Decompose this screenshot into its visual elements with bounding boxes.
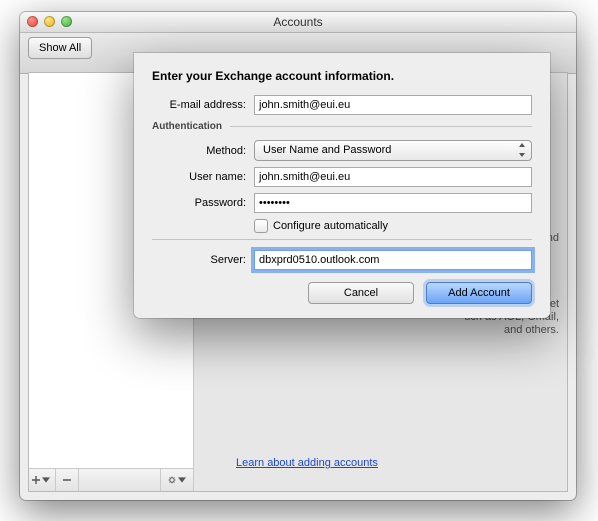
row-method: Method: User Name and Password: [152, 140, 532, 161]
window-title: Accounts: [20, 12, 576, 32]
username-field[interactable]: john.smith@eui.eu: [254, 167, 532, 187]
label-user: User name:: [152, 171, 246, 183]
method-popup[interactable]: User Name and Password: [254, 140, 532, 161]
separator: [152, 239, 532, 240]
traffic-lights: [27, 16, 72, 27]
cancel-button[interactable]: Cancel: [308, 282, 414, 304]
server-field[interactable]: dbxprd0510.outlook.com: [254, 250, 532, 270]
label-auth: Authentication: [152, 121, 222, 132]
close-icon[interactable]: [27, 16, 38, 27]
show-all-button[interactable]: Show All: [28, 37, 92, 59]
email-field[interactable]: john.smith@eui.eu: [254, 95, 532, 115]
label-configure-auto: Configure automatically: [273, 220, 388, 232]
add-account-button[interactable]: Add Account: [426, 282, 532, 304]
row-user: User name: john.smith@eui.eu: [152, 167, 532, 187]
button-row: Cancel Add Account: [152, 282, 532, 304]
configure-auto-checkbox[interactable]: [254, 219, 268, 233]
learn-about-accounts-link[interactable]: Learn about adding accounts: [236, 457, 378, 469]
auth-separator: Authentication: [152, 121, 532, 132]
minimize-icon[interactable]: [44, 16, 55, 27]
row-email: E-mail address: john.smith@eui.eu: [152, 95, 532, 115]
remove-account-button[interactable]: [56, 469, 79, 491]
row-configure-auto: Configure automatically: [254, 219, 532, 233]
label-method: Method:: [152, 145, 246, 157]
sheet-heading: Enter your Exchange account information.: [152, 69, 532, 83]
row-password: Password: ••••••••: [152, 193, 532, 213]
exchange-account-sheet: Enter your Exchange account information.…: [134, 53, 550, 318]
bg-internet-fragment3: and others.: [504, 323, 559, 338]
sidebar-actions: [29, 468, 193, 491]
account-options-button[interactable]: [160, 469, 193, 491]
label-email: E-mail address:: [152, 99, 246, 111]
zoom-icon[interactable]: [61, 16, 72, 27]
label-server: Server:: [152, 254, 246, 266]
row-server: Server: dbxprd0510.outlook.com: [152, 250, 532, 270]
titlebar: Accounts: [20, 12, 576, 33]
add-account-button[interactable]: [29, 469, 56, 491]
password-field[interactable]: ••••••••: [254, 193, 532, 213]
separator-line: [230, 126, 532, 127]
label-password: Password:: [152, 197, 246, 209]
